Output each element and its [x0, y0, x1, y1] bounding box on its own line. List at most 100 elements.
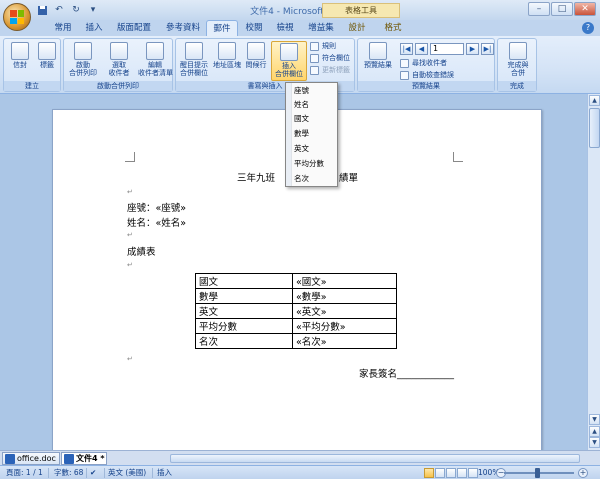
recipients-icon	[110, 42, 128, 60]
select-recipients-button[interactable]: 選取 收件者	[102, 41, 136, 81]
find-recipient-button[interactable]: 尋找收件者	[400, 58, 447, 69]
greeting-line-icon	[247, 42, 265, 60]
record-number-input[interactable]: 1	[430, 43, 464, 55]
table-cell-subject[interactable]: 名次	[195, 333, 293, 349]
status-language[interactable]: 英文 (美國)	[108, 466, 146, 479]
close-button[interactable]: ✕	[574, 2, 596, 16]
scroll-thumb[interactable]	[589, 108, 600, 148]
previous-record-icon[interactable]: ◀	[415, 43, 428, 55]
table-cell-subject[interactable]: 數學	[195, 288, 293, 304]
envelopes-button[interactable]: 信封	[5, 41, 35, 81]
outline-view-icon[interactable]	[457, 468, 467, 478]
insert-merge-field-button[interactable]: 插入 合併欄位	[271, 41, 307, 81]
record-navigator: |◀ ◀ 1 ▶ ▶|	[400, 43, 494, 55]
web-layout-icon[interactable]	[446, 468, 456, 478]
maximize-button[interactable]: □	[551, 2, 573, 16]
update-labels-button[interactable]: 更新標籤	[310, 65, 350, 76]
grades-table[interactable]: 國文 «國文» 數學 «數學» 英文 «英文» 平均分數 «平均分數» 名次 «…	[195, 273, 397, 349]
tab-view[interactable]: 檢視	[270, 20, 300, 36]
table-cell-field[interactable]: «數學»	[292, 288, 397, 304]
menu-item-rank[interactable]: 名次	[294, 172, 309, 186]
redo-icon[interactable]: ↻	[69, 3, 83, 17]
edit-recipient-list-button[interactable]: 編輯 收件者清單	[138, 41, 173, 81]
rules-icon	[310, 42, 319, 51]
menu-item-seat[interactable]: 座號	[294, 84, 309, 98]
print-layout-icon[interactable]	[424, 468, 434, 478]
labels-button[interactable]: 標籤	[32, 41, 62, 81]
scroll-up-icon[interactable]: ▲	[589, 95, 600, 106]
draft-view-icon[interactable]	[468, 468, 478, 478]
highlight-merge-fields-button[interactable]: 醒目提示 合併欄位	[178, 41, 210, 81]
table-row: 英文 «英文»	[195, 303, 397, 319]
preview-results-icon	[369, 42, 387, 60]
document-tabs: office.doc 文件4 *	[0, 450, 600, 465]
match-fields-button[interactable]: 符合欄位	[310, 53, 350, 64]
doc-tab-document4[interactable]: 文件4 *	[61, 452, 107, 465]
proofing-icon[interactable]: ✔	[90, 466, 96, 479]
customize-qat-icon[interactable]: ▾	[86, 3, 100, 17]
tab-references[interactable]: 參考資料	[160, 20, 206, 36]
start-merge-icon	[74, 42, 92, 60]
menu-item-math[interactable]: 數學	[294, 127, 309, 141]
zoom-slider-knob[interactable]	[535, 468, 540, 478]
name-line: 姓名：«姓名»	[127, 218, 187, 229]
table-cell-field[interactable]: «英文»	[292, 303, 397, 319]
help-icon[interactable]: ?	[582, 22, 594, 34]
horizontal-scroll-thumb[interactable]	[170, 454, 580, 463]
finish-merge-button[interactable]: 完成與 合併	[501, 41, 535, 81]
table-cell-field[interactable]: «名次»	[292, 333, 397, 349]
envelope-icon	[11, 42, 29, 60]
tab-mailings[interactable]: 郵件	[206, 20, 238, 36]
table-cell-field[interactable]: «平均分數»	[292, 318, 397, 334]
auto-check-errors-button[interactable]: 自動檢查錯誤	[400, 70, 454, 81]
next-record-icon[interactable]: ▶	[466, 43, 479, 55]
table-cell-field[interactable]: «國文»	[292, 273, 397, 289]
menu-item-english[interactable]: 英文	[294, 142, 309, 156]
menu-item-name[interactable]: 姓名	[294, 98, 309, 112]
full-screen-reading-icon[interactable]	[435, 468, 445, 478]
paragraph-mark: ↵	[127, 231, 133, 239]
group-label-finish: 完成	[498, 81, 536, 91]
tab-design[interactable]: 設計	[340, 20, 374, 36]
status-word-count[interactable]: 字數: 68	[54, 466, 83, 479]
paragraph-mark: ↵	[127, 261, 133, 269]
context-tab-title: 表格工具	[322, 3, 400, 18]
next-page-icon[interactable]: ▼	[589, 437, 600, 448]
minimize-button[interactable]: –	[528, 2, 550, 16]
tab-home[interactable]: 常用	[48, 20, 78, 36]
preview-results-button[interactable]: 預覽結果	[360, 41, 396, 81]
rules-button[interactable]: 規則	[310, 41, 336, 52]
status-insert-mode[interactable]: 插入	[157, 466, 172, 479]
undo-icon[interactable]: ↶	[52, 3, 66, 17]
scroll-down-icon[interactable]: ▼	[589, 414, 600, 425]
first-record-icon[interactable]: |◀	[400, 43, 413, 55]
status-page[interactable]: 頁面: 1 / 1	[6, 466, 43, 479]
vertical-scrollbar[interactable]: ▲ ▼ ▲ ▼	[587, 94, 600, 450]
table-cell-subject[interactable]: 平均分數	[195, 318, 293, 334]
last-record-icon[interactable]: ▶|	[481, 43, 494, 55]
table-cell-subject[interactable]: 國文	[195, 273, 293, 289]
previous-page-icon[interactable]: ▲	[589, 426, 600, 437]
group-create: 信封 標籤 建立	[3, 38, 61, 92]
window-controls: – □ ✕	[528, 2, 596, 16]
tab-format[interactable]: 格式	[378, 20, 408, 36]
save-icon[interactable]	[35, 3, 49, 17]
menu-item-average[interactable]: 平均分數	[294, 157, 324, 171]
zoom-in-icon[interactable]: +	[578, 468, 588, 478]
quick-access-toolbar: ↶ ↻ ▾	[35, 3, 100, 17]
tab-review[interactable]: 校閱	[240, 20, 268, 36]
tab-insert[interactable]: 插入	[80, 20, 108, 36]
start-mail-merge-button[interactable]: 啟動 合併列印	[66, 41, 100, 81]
tab-addins[interactable]: 增益集	[302, 20, 340, 36]
group-label-start-merge: 啟動合併列印	[64, 81, 172, 91]
greeting-line-button[interactable]: 問候行	[242, 41, 270, 81]
table-row: 數學 «數學»	[195, 288, 397, 304]
finish-merge-icon	[509, 42, 527, 60]
office-button[interactable]	[3, 3, 31, 31]
doc-tab-office[interactable]: office.doc	[2, 452, 60, 465]
insert-field-icon	[280, 43, 298, 61]
menu-item-chinese[interactable]: 國文	[294, 112, 309, 126]
tab-page-layout[interactable]: 版面配置	[110, 20, 158, 36]
address-block-button[interactable]: 地址區塊	[212, 41, 242, 81]
table-cell-subject[interactable]: 英文	[195, 303, 293, 319]
